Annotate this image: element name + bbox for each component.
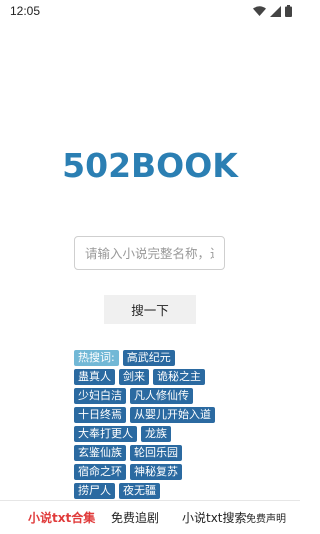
hot-tag[interactable]: 玄鉴仙族 (74, 445, 126, 461)
status-bar: 12:05 (0, 0, 300, 22)
hot-row: 宿命之环 神秘复苏 (74, 464, 234, 480)
hot-row: 少妇白洁 凡人修仙传 (74, 388, 234, 404)
wifi-icon (253, 5, 266, 16)
search-button[interactable]: 搜一下 (104, 295, 196, 324)
hot-row: 热搜词: 高武纪元 (74, 350, 234, 366)
hot-row: 十日终焉 从婴儿开始入道 (74, 407, 234, 423)
battery-icon (285, 5, 292, 17)
hot-search-area: 热搜词: 高武纪元 蛊真人 剑来 诡秘之主 少妇白洁 凡人修仙传 十日终焉 从婴… (74, 350, 234, 502)
hot-tag[interactable]: 从婴儿开始入道 (130, 407, 215, 423)
status-icons (253, 5, 292, 17)
nav-item-txt-search[interactable]: 小说txt搜索 (182, 509, 247, 526)
hot-tag[interactable]: 凡人修仙传 (130, 388, 193, 404)
hot-tag[interactable]: 轮回乐园 (130, 445, 182, 461)
hot-tag[interactable]: 大奉打更人 (74, 426, 137, 442)
hot-tag[interactable]: 诡秘之主 (153, 369, 205, 385)
hot-row: 玄鉴仙族 轮回乐园 (74, 445, 234, 461)
signal-icon (270, 5, 281, 17)
hot-tag[interactable]: 龙族 (141, 426, 171, 442)
hot-search-label: 热搜词: (74, 350, 119, 366)
hot-row: 捞尸人 夜无疆 (74, 483, 234, 499)
hot-tag[interactable]: 蛊真人 (74, 369, 115, 385)
nav-item-disclaimer[interactable]: 免费声明 (246, 510, 286, 525)
site-logo: 502BOOK (62, 146, 238, 185)
status-time: 12:05 (10, 4, 41, 18)
hot-tag[interactable]: 高武纪元 (122, 350, 175, 366)
hot-tag[interactable]: 十日终焉 (74, 407, 126, 423)
nav-item-free-drama[interactable]: 免费追剧 (111, 509, 159, 526)
hot-tag[interactable]: 少妇白洁 (74, 388, 126, 404)
hot-row: 大奉打更人 龙族 (74, 426, 234, 442)
bottom-nav: 小说txt合集 免费追剧 小说txt搜索 免费声明 (0, 500, 300, 534)
hot-tag[interactable]: 神秘复苏 (130, 464, 182, 480)
hot-tag[interactable]: 宿命之环 (74, 464, 126, 480)
search-input[interactable] (74, 236, 225, 270)
hot-tag[interactable]: 捞尸人 (74, 483, 115, 499)
hot-tag[interactable]: 夜无疆 (119, 483, 160, 499)
nav-item-txt-collection[interactable]: 小说txt合集 (28, 509, 95, 526)
hot-tag[interactable]: 剑来 (119, 369, 149, 385)
hot-row: 蛊真人 剑来 诡秘之主 (74, 369, 234, 385)
